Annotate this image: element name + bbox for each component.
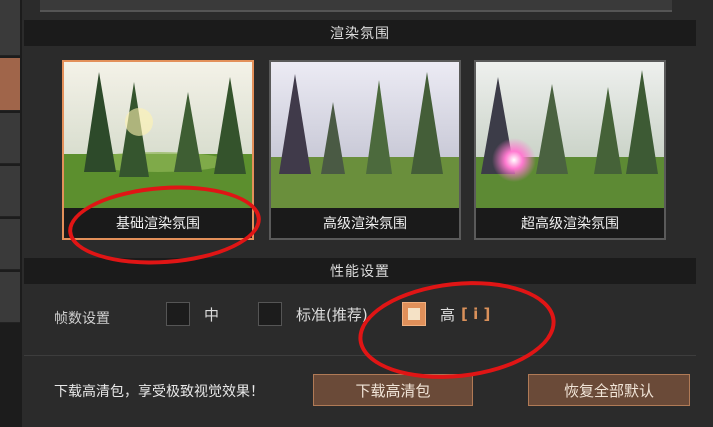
fps-medium-checkbox[interactable] — [166, 302, 190, 326]
render-option-advanced[interactable]: 高级渲染氛围 — [269, 60, 461, 240]
footer-divider — [24, 355, 696, 356]
performance-section-header: 性能设置 — [24, 258, 696, 284]
fps-option-high[interactable]: 高 [ i ] — [402, 302, 490, 326]
left-tab-5[interactable] — [0, 219, 20, 270]
fps-standard-label: 标准(推荐) — [296, 305, 368, 324]
render-option-advanced-label: 高级渲染氛围 — [271, 208, 459, 238]
fps-standard-checkbox[interactable] — [258, 302, 282, 326]
performance-section-title: 性能设置 — [330, 264, 390, 280]
left-tab-active[interactable] — [0, 58, 20, 111]
top-panel-edge — [40, 0, 672, 12]
forest-scene-advanced-icon — [271, 62, 459, 208]
fps-option-standard[interactable]: 标准(推荐) — [258, 302, 368, 326]
render-option-basic-label: 基础渲染氛围 — [64, 208, 252, 238]
forest-scene-ultra-icon — [476, 62, 664, 208]
left-tab-4[interactable] — [0, 166, 20, 217]
reset-all-default-button[interactable]: 恢复全部默认 — [528, 374, 690, 406]
fps-settings-row: 帧数设置 中 标准(推荐) 高 [ i ] — [24, 286, 696, 350]
render-section-title: 渲染氛围 — [330, 26, 390, 42]
render-option-ultra[interactable]: 超高级渲染氛围 — [474, 60, 666, 240]
download-hd-button[interactable]: 下载高清包 — [313, 374, 473, 406]
render-option-ultra-label: 超高级渲染氛围 — [476, 208, 664, 238]
fps-high-label: 高 — [440, 305, 456, 324]
fps-option-medium[interactable]: 中 — [166, 302, 219, 326]
render-section-header: 渲染氛围 — [24, 20, 696, 46]
info-icon[interactable]: [ i ] — [461, 305, 490, 323]
left-tab-1[interactable] — [0, 0, 20, 56]
fps-medium-label: 中 — [204, 305, 220, 324]
forest-scene-basic-icon — [64, 62, 252, 208]
fps-setting-label: 帧数设置 — [54, 311, 110, 327]
left-tab-strip — [0, 0, 22, 427]
left-tab-3[interactable] — [0, 113, 20, 164]
footer-hint-text: 下载高清包，享受极致视觉效果！ — [54, 384, 264, 400]
left-tab-6[interactable] — [0, 272, 20, 323]
render-option-basic[interactable]: 基础渲染氛围 — [62, 60, 254, 240]
fps-high-checkbox[interactable] — [402, 302, 426, 326]
